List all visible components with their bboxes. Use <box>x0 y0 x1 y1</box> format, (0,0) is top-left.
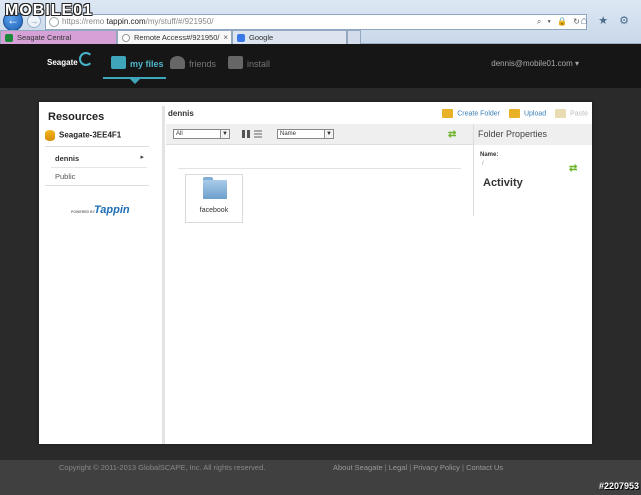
new-tab-button[interactable] <box>347 30 361 44</box>
action-label: Upload <box>523 110 547 118</box>
refresh-icon[interactable]: ⇄ <box>448 129 456 140</box>
nav-friends[interactable]: friends <box>170 56 217 69</box>
app-header: Seagate my files friends install dennis@… <box>0 44 641 88</box>
my-files-icon <box>111 56 126 69</box>
tab-bar: Seagate Central Remote Access#/921950/ ×… <box>0 30 641 44</box>
loading-favicon-icon <box>122 34 130 42</box>
filter-select[interactable]: All ▼ <box>173 129 230 139</box>
tree-divider <box>51 167 147 168</box>
active-nav-caret <box>130 79 140 84</box>
chevron-down-icon: ▼ <box>220 130 229 138</box>
watermark-id: #2207953 <box>598 481 639 491</box>
tab-label: Seagate Central <box>17 33 72 42</box>
home-favorites-settings-icons[interactable]: ⌂ ★ ⚙ <box>581 14 633 27</box>
folder-properties-header: Folder Properties <box>474 124 592 145</box>
tappin-logo: Tappin <box>94 204 130 216</box>
tab-label: Google <box>249 33 274 42</box>
sort-value: Name <box>280 131 297 137</box>
main-panel: Resources Seagate-3EE4F1 dennis ▸ Public… <box>39 102 592 444</box>
powered-by-label: POWERED BY <box>71 210 95 214</box>
chevron-down-icon: ▼ <box>324 130 333 138</box>
folder-icon <box>203 177 227 199</box>
nav-label: my files <box>130 59 164 69</box>
name-value: / <box>482 161 484 167</box>
current-location: dennis <box>168 109 194 118</box>
tree-item-public[interactable]: Public <box>55 172 75 181</box>
tab-label: Remote Access#/921950/ <box>134 33 220 42</box>
paste-icon <box>555 109 567 118</box>
file-actions: Create Folder Upload Paste <box>435 109 588 118</box>
user-menu[interactable]: dennis@mobile01.com ▾ <box>491 59 579 68</box>
seagate-logo[interactable]: Seagate <box>47 58 78 67</box>
footer-link-privacy[interactable]: Privacy Policy <box>413 463 460 472</box>
activity-refresh-icon[interactable]: ⇄ <box>569 163 577 174</box>
address-bar[interactable]: https://remo tappin.com/my/stuff/#/92195… <box>45 14 587 30</box>
sort-select[interactable]: Name ▼ <box>277 129 334 139</box>
nav-my-files[interactable]: my files <box>111 56 164 69</box>
sidebar-divider[interactable] <box>162 106 165 444</box>
activity-title: Activity <box>483 177 523 189</box>
copyright-text: Copyright © 2011-2013 GlobalSCAPE, Inc. … <box>59 463 266 472</box>
url-path: /my/stuff/#/921950/ <box>145 17 214 26</box>
url-host: tappin.com <box>106 17 146 26</box>
footer: Copyright © 2011-2013 GlobalSCAPE, Inc. … <box>0 460 641 495</box>
action-label: Create Folder <box>457 110 500 118</box>
seagate-favicon-icon <box>5 34 13 42</box>
footer-links: About Seagate | Legal | Privacy Policy |… <box>333 463 504 472</box>
folder-tree: dennis ▸ Public <box>45 146 149 186</box>
list-view-icon[interactable] <box>254 130 262 138</box>
filter-value: All <box>176 131 183 137</box>
tab-seagate-central[interactable]: Seagate Central <box>0 30 117 44</box>
folder-name: facebook <box>199 207 229 214</box>
mobile01-watermark-logo: MOBILE01 <box>5 2 94 19</box>
footer-link-contact[interactable]: Contact Us <box>466 463 503 472</box>
resources-title: Resources <box>48 111 105 123</box>
device-item[interactable]: Seagate-3EE4F1 <box>45 130 121 141</box>
paste-button[interactable]: Paste <box>555 109 588 118</box>
file-toolbar: All ▼ Name ▼ ⇄ <box>166 124 473 145</box>
friends-icon <box>170 56 185 69</box>
google-favicon-icon <box>237 34 245 42</box>
device-label: Seagate-3EE4F1 <box>59 130 122 140</box>
upload-icon <box>508 109 520 118</box>
address-tools[interactable]: ⌕ ▾ 🔒 ↻ <box>537 17 582 27</box>
nav-install[interactable]: install <box>228 56 271 69</box>
tab-remote-access[interactable]: Remote Access#/921950/ × <box>117 30 232 44</box>
footer-link-legal[interactable]: Legal <box>389 463 407 472</box>
grid-view-icon[interactable] <box>242 130 250 138</box>
content-divider <box>178 168 461 169</box>
action-label: Paste <box>570 110 588 118</box>
upload-button[interactable]: Upload <box>508 109 547 118</box>
nav-label: friends <box>189 59 217 69</box>
chevron-right-icon[interactable]: ▸ <box>140 153 144 161</box>
new-folder-icon <box>442 109 454 118</box>
tree-item-dennis[interactable]: dennis <box>55 154 79 163</box>
database-icon <box>45 130 55 141</box>
folder-properties-title: Folder Properties <box>478 129 548 139</box>
create-folder-button[interactable]: Create Folder <box>442 109 500 118</box>
install-icon <box>228 56 243 69</box>
nav-label: install <box>247 59 271 69</box>
seagate-swirl-icon <box>79 52 93 66</box>
folder-item[interactable]: facebook <box>185 174 243 223</box>
name-label: Name: <box>480 152 499 158</box>
tab-google[interactable]: Google <box>232 30 347 44</box>
footer-link-about[interactable]: About Seagate <box>333 463 383 472</box>
close-tab-icon[interactable]: × <box>223 31 228 44</box>
browser-chrome: ← → https://remo tappin.com/my/stuff/#/9… <box>0 0 641 44</box>
